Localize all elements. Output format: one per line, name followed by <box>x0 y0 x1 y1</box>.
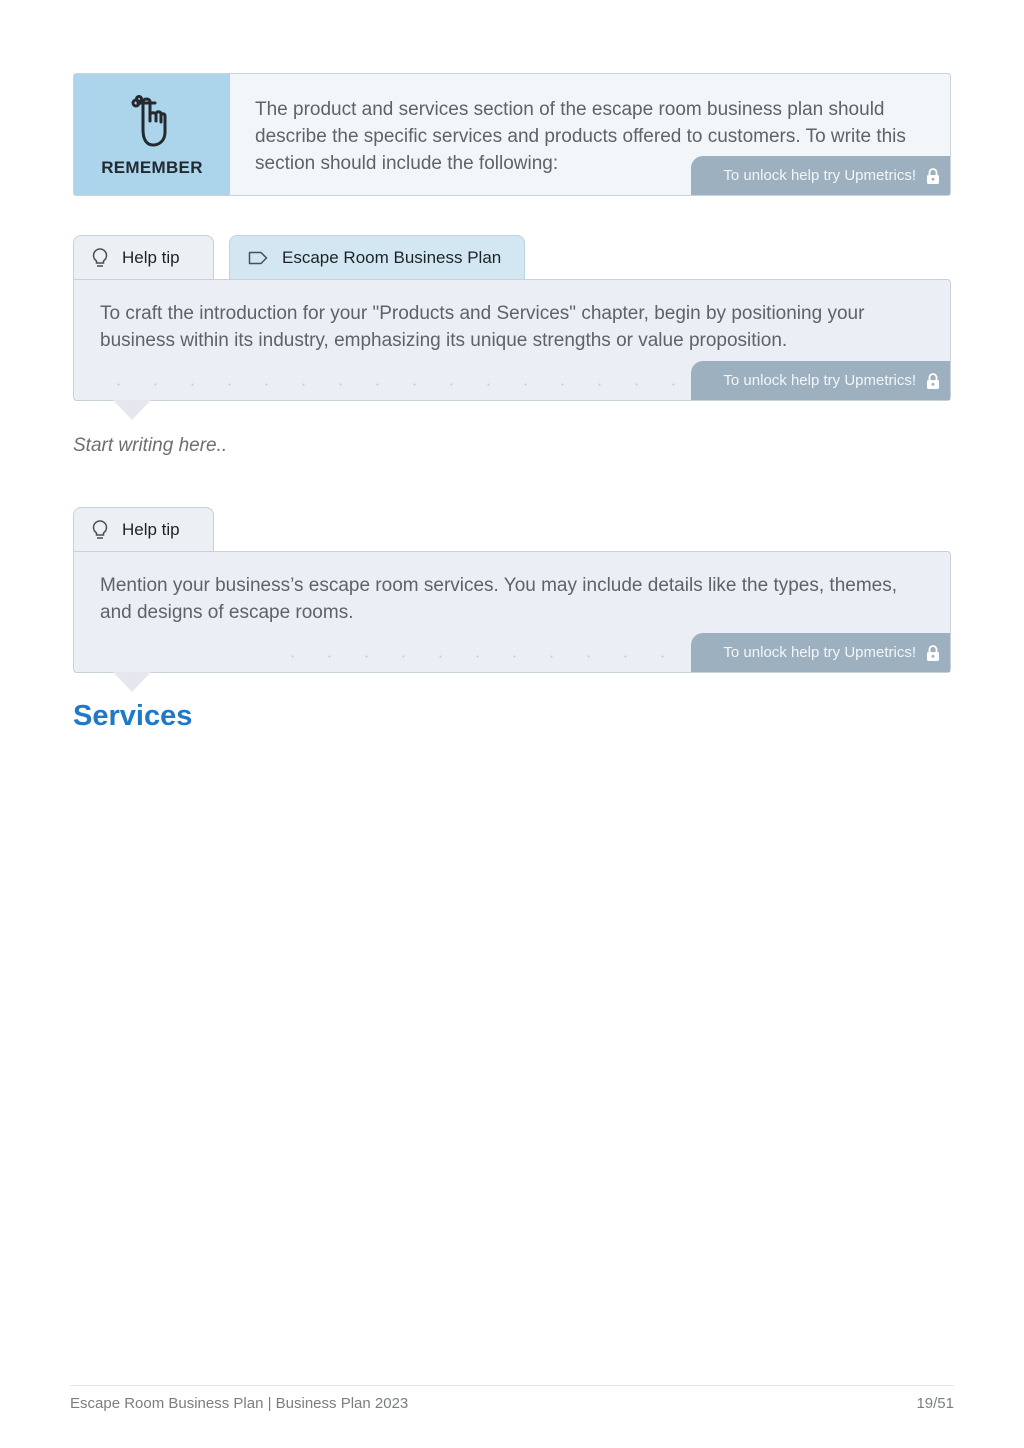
lock-icon <box>927 167 939 184</box>
tab-help-tip[interactable]: Help tip <box>73 235 214 280</box>
tip-pointer <box>113 672 151 692</box>
remember-label: REMEMBER <box>101 157 203 177</box>
section-title: Services <box>73 700 193 732</box>
unlock-help-button[interactable]: To unlock help try Upmetrics! <box>691 361 950 400</box>
writing-area-placeholder[interactable]: Start writing here.. <box>73 435 227 457</box>
tab-help-tip[interactable]: Help tip <box>73 507 214 552</box>
unlock-label: To unlock help try Upmetrics! <box>723 644 916 661</box>
remember-panel: REMEMBER <box>74 74 230 195</box>
tag-icon <box>248 251 268 265</box>
page-number: 19/51 <box>916 1395 954 1412</box>
help-tip-box: Mention your business’s escape room serv… <box>73 551 951 673</box>
remember-callout: REMEMBER The product and services sectio… <box>73 73 951 196</box>
blurred-locked-text <box>100 383 690 386</box>
lock-icon <box>927 644 939 661</box>
unlock-help-button[interactable]: To unlock help try Upmetrics! <box>691 156 950 195</box>
tab-help-tip-label: Help tip <box>122 248 180 267</box>
help-tip-text: To craft the introduction for your "Prod… <box>100 303 865 351</box>
unlock-help-button[interactable]: To unlock help try Upmetrics! <box>691 633 950 672</box>
tip-pointer <box>113 400 151 420</box>
footer-document-title: Escape Room Business Plan | Business Pla… <box>70 1395 409 1412</box>
help-tip-box: To craft the introduction for your "Prod… <box>73 279 951 401</box>
unlock-label: To unlock help try Upmetrics! <box>723 167 916 184</box>
tab-help-tip-label: Help tip <box>122 520 180 539</box>
tab-example[interactable]: Escape Room Business Plan <box>229 235 525 280</box>
footer-divider <box>70 1385 954 1386</box>
finger-string-reminder-icon <box>131 94 167 146</box>
lightbulb-icon <box>92 248 108 267</box>
unlock-label: To unlock help try Upmetrics! <box>723 372 916 389</box>
lock-icon <box>927 372 939 389</box>
help-tip-text: Mention your business’s escape room serv… <box>100 575 898 623</box>
lightbulb-icon <box>92 520 108 539</box>
tab-example-label: Escape Room Business Plan <box>282 248 502 267</box>
blurred-locked-text <box>274 655 694 658</box>
